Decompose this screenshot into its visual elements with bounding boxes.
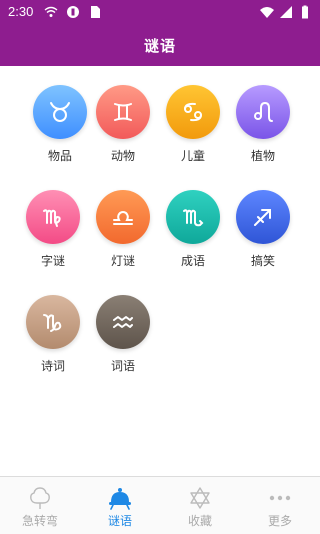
category-label: 诗词 (40, 359, 65, 373)
category-label: 成语 (180, 254, 205, 268)
nav-label: 急转弯 (21, 514, 58, 528)
nav-item-brain-teasers[interactable]: 急转弯 (0, 477, 80, 534)
nav-item-riddles[interactable]: 谜语 (80, 477, 160, 534)
category-item-words[interactable]: 词语 (88, 276, 158, 381)
aquarius-icon (113, 316, 133, 328)
leo-icon (254, 101, 273, 122)
category-item-poems[interactable]: 诗词 (18, 276, 88, 381)
page-title: 谜语 (143, 37, 176, 55)
category-item-funny[interactable]: 搞笑 (228, 171, 298, 276)
app-bar: 谜语 (0, 24, 320, 66)
category-icon-circle (166, 85, 220, 139)
category-label: 植物 (250, 149, 275, 163)
nav-label: 更多 (267, 514, 292, 528)
sim-card-icon (91, 6, 100, 18)
hat-icon (109, 488, 131, 510)
nav-item-favorites[interactable]: 收藏 (160, 477, 240, 534)
category-icon-circle (236, 85, 290, 139)
nav-item-more[interactable]: 更多 (240, 477, 320, 534)
category-label: 儿童 (180, 149, 205, 163)
category-item-word-riddles[interactable]: 字谜 (18, 171, 88, 276)
status-right-icons (260, 5, 312, 19)
star-of-david-icon (190, 487, 210, 509)
category-grid: 物品 动物 儿童 植物 字谜 灯谜 成语 搞笑 诗词 词语 (0, 66, 320, 476)
cancer-icon (184, 102, 202, 122)
category-item-animals[interactable]: 动物 (88, 66, 158, 171)
gemini-icon (114, 103, 132, 121)
category-icon-circle (236, 190, 290, 244)
more-dots-icon (269, 495, 291, 501)
category-icon-circle (166, 190, 220, 244)
wifi-icon (260, 7, 274, 18)
category-icon-circle (26, 190, 80, 244)
status-left-icons (44, 5, 102, 19)
category-label: 搞笑 (250, 254, 275, 268)
category-item-idioms[interactable]: 成语 (158, 171, 228, 276)
category-icon-circle (96, 190, 150, 244)
capricorn-icon (43, 314, 62, 332)
bottom-navigation: 急转弯 谜语 收藏 更多 (0, 476, 320, 534)
signal-icon (280, 6, 292, 18)
category-item-plants[interactable]: 植物 (228, 66, 298, 171)
category-label: 词语 (110, 359, 135, 373)
category-label: 灯谜 (110, 254, 135, 268)
taurus-icon (50, 102, 70, 122)
category-icon-circle (33, 85, 87, 139)
category-item-objects[interactable]: 物品 (25, 66, 95, 171)
category-label: 动物 (110, 149, 135, 163)
category-item-children[interactable]: 儿童 (158, 66, 228, 171)
category-icon-circle (26, 295, 80, 349)
category-label: 字谜 (40, 254, 65, 268)
virgo-icon (43, 209, 61, 227)
nav-label: 收藏 (187, 514, 212, 528)
status-time: 2:30 (8, 4, 34, 19)
tree-icon (30, 487, 50, 509)
scorpio-icon (183, 209, 204, 227)
category-item-lantern-riddles[interactable]: 灯谜 (88, 171, 158, 276)
data-saver-icon (67, 6, 79, 18)
category-icon-circle (96, 85, 150, 139)
wifi-off-icon (44, 6, 58, 17)
status-bar: 2:30 (0, 0, 320, 24)
battery-icon (302, 5, 308, 19)
category-icon-circle (96, 295, 150, 349)
sagittarius-icon (254, 209, 271, 226)
libra-icon (113, 211, 133, 225)
nav-label: 谜语 (107, 514, 132, 528)
category-label: 物品 (47, 149, 72, 163)
